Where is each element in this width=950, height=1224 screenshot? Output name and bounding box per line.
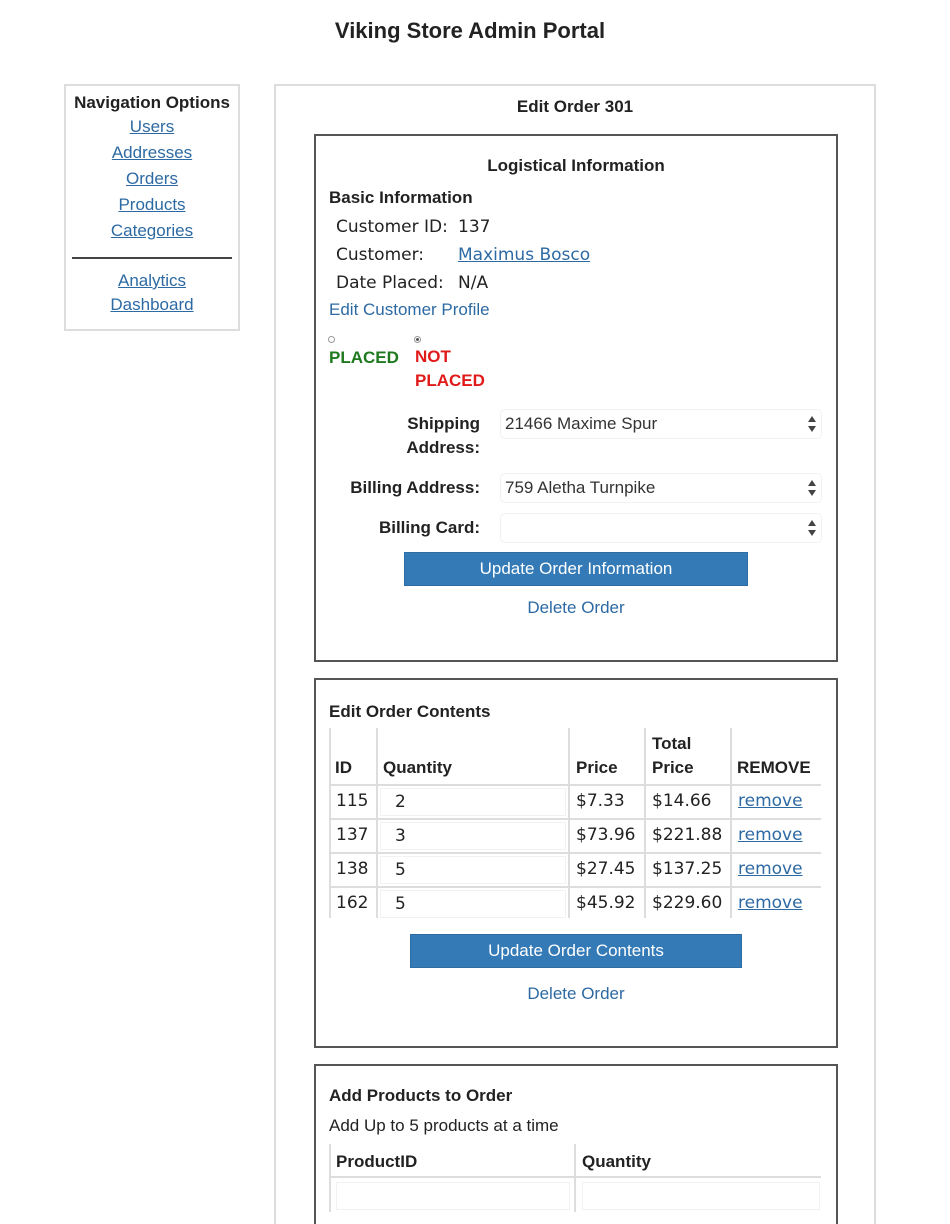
remove-link[interactable]: remove (738, 825, 803, 845)
shipping-address-select[interactable]: 21466 Maxime Spur (500, 409, 822, 439)
customer-id-value: 137 (458, 217, 491, 237)
nav-link-products[interactable]: Products (66, 192, 238, 218)
date-placed-value: N/A (458, 273, 489, 293)
row-price: $27.45 (576, 859, 636, 879)
column-header-productid: ProductID (336, 1152, 418, 1171)
column-header-price: Price (576, 758, 618, 777)
row-total-price: $137.25 (652, 859, 723, 879)
row-id: 137 (336, 825, 369, 845)
table-border (568, 728, 570, 918)
quantity-input[interactable]: 5 (380, 890, 566, 918)
row-price: $73.96 (576, 825, 636, 845)
table-border (574, 1144, 576, 1212)
select-arrows-icon (807, 479, 817, 497)
update-order-contents-button[interactable]: Update Order Contents (410, 934, 742, 968)
table-border (329, 1176, 821, 1178)
not-placed-status-label: NOT PLACED (415, 347, 485, 390)
row-total-price: $14.66 (652, 791, 712, 811)
navigation-panel: Navigation Options Users Addresses Order… (64, 84, 240, 331)
nav-link-orders[interactable]: Orders (66, 166, 238, 192)
remove-link[interactable]: remove (738, 859, 803, 879)
nav-link-analytics[interactable]: Analytics (66, 269, 238, 293)
row-id: 138 (336, 859, 369, 879)
table-border (329, 818, 821, 820)
not-placed-radio[interactable] (414, 336, 421, 343)
column-header-total-price: Total Price (652, 734, 694, 777)
edit-order-title: Edit Order 301 (516, 97, 634, 116)
edit-customer-profile-link[interactable]: Edit Customer Profile (329, 300, 490, 320)
add-products-subtext: Add Up to 5 products at a time (329, 1116, 559, 1135)
nav-divider (72, 257, 232, 259)
nav-link-users[interactable]: Users (66, 114, 238, 140)
table-border (644, 728, 646, 918)
delete-order-link-1[interactable]: Delete Order (316, 598, 836, 618)
quantity-input[interactable]: 5 (380, 856, 566, 884)
quantity-input[interactable]: 2 (380, 788, 566, 816)
column-header-remove: REMOVE (737, 758, 811, 777)
navigation-heading: Navigation Options (74, 93, 230, 112)
table-border (329, 1144, 331, 1212)
nav-link-dashboard[interactable]: Dashboard (66, 293, 238, 317)
nav-link-categories[interactable]: Categories (66, 218, 238, 244)
basic-info-heading: Basic Information (329, 188, 473, 207)
billing-address-label: Billing Address: (350, 478, 480, 497)
customer-name-link[interactable]: Maximus Bosco (458, 245, 590, 265)
row-total-price: $229.60 (652, 893, 723, 913)
customer-id-label: Customer ID: (336, 217, 448, 237)
billing-address-select[interactable]: 759 Aletha Turnpike (500, 473, 822, 503)
row-price: $7.33 (576, 791, 625, 811)
column-header-quantity: Quantity (582, 1152, 651, 1171)
select-arrows-icon (807, 415, 817, 433)
billing-card-label: Billing Card: (378, 518, 480, 537)
table-border (730, 728, 732, 918)
row-total-price: $221.88 (652, 825, 723, 845)
order-contents-heading: Edit Order Contents (329, 702, 491, 721)
select-arrows-icon (807, 519, 817, 537)
logistical-info-heading: Logistical Information (487, 156, 665, 175)
customer-label: Customer: (336, 245, 425, 265)
remove-link[interactable]: remove (738, 791, 803, 811)
add-products-heading: Add Products to Order (329, 1086, 513, 1105)
remove-link[interactable]: remove (738, 893, 803, 913)
column-header-id: ID (335, 758, 352, 777)
row-id: 115 (336, 791, 369, 811)
delete-order-link-2[interactable]: Delete Order (316, 984, 836, 1004)
nav-link-addresses[interactable]: Addresses (66, 140, 238, 166)
shipping-address-label: Shipping Address: (406, 414, 480, 457)
update-order-information-button[interactable]: Update Order Information (404, 552, 748, 586)
table-border (329, 852, 821, 854)
placed-status-label: PLACED (329, 348, 399, 367)
placed-radio[interactable] (328, 336, 335, 343)
table-border (329, 886, 821, 888)
table-border (329, 784, 821, 786)
table-border (329, 728, 331, 918)
quantity-input[interactable]: 3 (380, 822, 566, 850)
table-border (376, 728, 378, 918)
billing-card-select[interactable] (500, 513, 822, 543)
product-quantity-input[interactable] (582, 1182, 820, 1210)
column-header-quantity: Quantity (383, 758, 452, 777)
date-placed-label: Date Placed: (336, 273, 444, 293)
product-id-input[interactable] (336, 1182, 570, 1210)
row-id: 162 (336, 893, 369, 913)
page-title: Viking Store Admin Portal (334, 18, 606, 43)
row-price: $45.92 (576, 893, 636, 913)
